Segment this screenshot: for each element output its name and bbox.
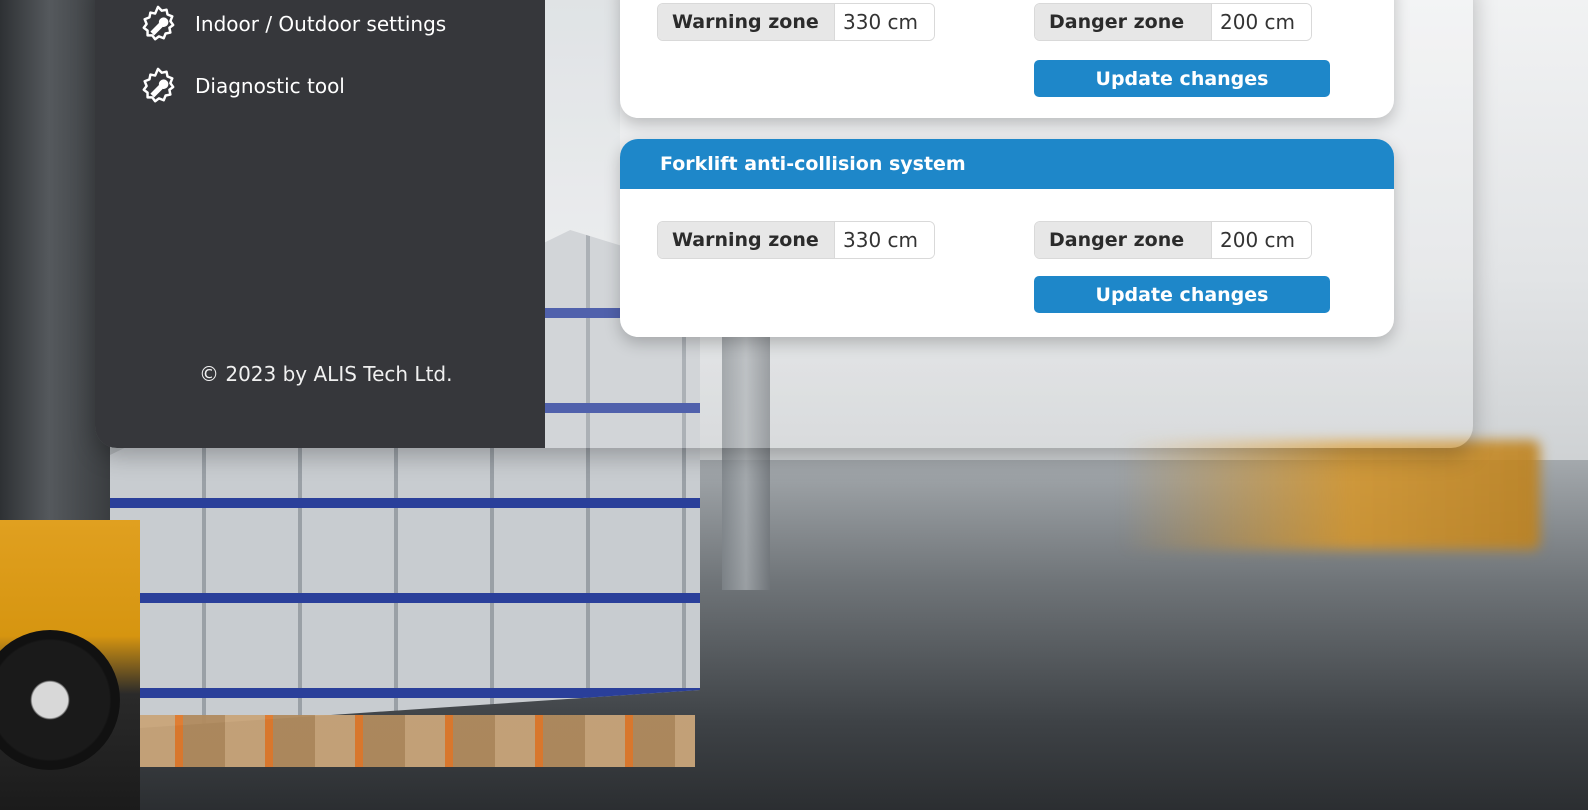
background-pallet [135,715,695,767]
warning-zone-value[interactable]: 330 cm [834,222,934,258]
sidebar-item-indoor-outdoor-settings[interactable]: Indoor / Outdoor settings [139,5,446,43]
wrench-gear-icon [139,67,177,105]
danger-zone-label: Danger zone [1035,222,1211,258]
update-changes-button[interactable]: Update changes [1034,276,1330,313]
warning-zone-label: Warning zone [658,222,834,258]
wrench-gear-icon [139,5,177,43]
background-moving-forklift [1120,440,1540,550]
warning-zone-value[interactable]: 330 cm [834,4,934,40]
sidebar: Indoor / Outdoor settings Diagnostic too… [95,0,545,448]
sidebar-item-label: Indoor / Outdoor settings [195,12,447,36]
danger-zone-value[interactable]: 200 cm [1211,222,1311,258]
danger-zone-label: Danger zone [1035,4,1211,40]
update-changes-button[interactable]: Update changes [1034,60,1330,97]
sidebar-item-diagnostic-tool[interactable]: Diagnostic tool [139,67,345,105]
forklift-anti-collision-card: Forklift anti-collision system Warning z… [620,139,1394,337]
danger-zone-field[interactable]: Danger zone 200 cm [1034,221,1312,259]
copyright-text: © 2023 by ALIS Tech Ltd. [199,362,453,386]
warning-zone-field[interactable]: Warning zone 330 cm [657,3,935,41]
warning-zone-field[interactable]: Warning zone 330 cm [657,221,935,259]
sidebar-item-label: Diagnostic tool [195,74,345,98]
zone-settings-card: Warning zone 330 cm Danger zone 200 cm U… [620,0,1394,118]
card-title: Forklift anti-collision system [620,139,1394,189]
warning-zone-label: Warning zone [658,4,834,40]
danger-zone-value[interactable]: 200 cm [1211,4,1311,40]
danger-zone-field[interactable]: Danger zone 200 cm [1034,3,1312,41]
